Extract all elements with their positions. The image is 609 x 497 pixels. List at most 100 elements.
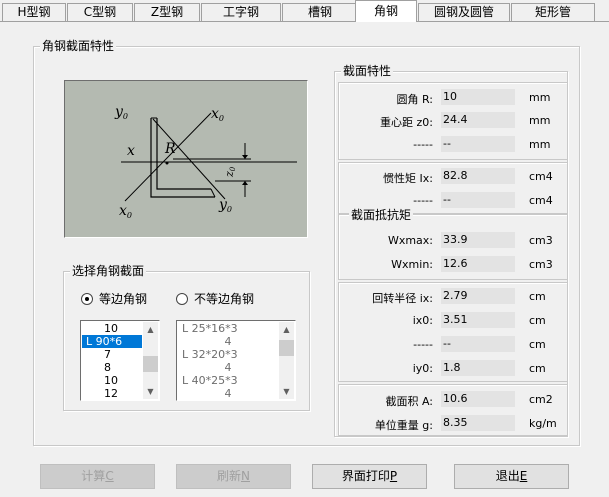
- list-item[interactable]: 4: [178, 335, 278, 348]
- equal-list-scrollbar[interactable]: ▲ ▼: [143, 322, 158, 399]
- prop-unit: mm: [529, 91, 551, 104]
- list-item[interactable]: L 32*20*3: [178, 348, 278, 361]
- scroll-thumb[interactable]: [143, 356, 158, 372]
- prop-value: --: [441, 136, 515, 152]
- label-x-left: x: [127, 143, 135, 159]
- list-item[interactable]: 8: [82, 361, 142, 374]
- tab-angle[interactable]: 角钢: [355, 0, 417, 22]
- tab-z-steel[interactable]: Z型钢: [134, 3, 200, 21]
- select-group-title: 选择角钢截面: [70, 264, 147, 278]
- prop-row-ix0: ix0: 3.51 cm: [339, 312, 569, 328]
- print-button[interactable]: 界面打印P: [312, 464, 427, 489]
- prop-row-dash2: ----- -- cm4: [339, 192, 569, 208]
- group-title: 角钢截面特性: [40, 39, 117, 53]
- prop-row-A: 截面积 A: 10.6 cm2: [339, 391, 569, 408]
- label-z0: z0: [223, 166, 237, 178]
- unequal-angle-list[interactable]: L 25*16*3 4 L 32*20*3 4 L 40*25*3 4 ▲ ▼: [176, 320, 296, 401]
- tab-channel[interactable]: 槽钢: [282, 3, 358, 21]
- props-area-block: 截面积 A: 10.6 cm2 单位重量 g: 8.35 kg/m: [338, 384, 568, 436]
- prop-value: --: [441, 336, 515, 352]
- prop-unit: cm: [529, 338, 546, 351]
- tab-bar: H型钢 C型钢 Z型钢 工字钢 槽钢 角钢 圆钢及圆管 矩形管: [0, 0, 609, 22]
- refresh-button[interactable]: 刷新N: [176, 464, 291, 489]
- prop-row-ix: 回转半径 ix: 2.79 cm: [339, 288, 569, 305]
- prop-label: -----: [413, 338, 433, 351]
- tab-c-steel[interactable]: C型钢: [67, 3, 133, 21]
- prop-label: Wxmax:: [387, 234, 433, 247]
- prop-row-iy0: iy0: 1.8 cm: [339, 360, 569, 376]
- prop-unit: cm: [529, 362, 546, 375]
- prop-row-Ix: 惯性矩 Ix: 82.8 cm4: [339, 168, 569, 185]
- prop-value: 10: [441, 89, 515, 105]
- radio-unequal-angle[interactable]: 不等边角钢: [176, 290, 254, 307]
- props-basic-block: 圆角 R: 10 mm 重心距 z0: 24.4 mm ----- -- mm: [338, 82, 568, 160]
- prop-label: iy0:: [412, 362, 433, 375]
- props-radius-block: 回转半径 ix: 2.79 cm ix0: 3.51 cm ----- -- c…: [338, 282, 568, 382]
- prop-label: 惯性矩 Ix:: [383, 172, 433, 185]
- list-item[interactable]: L 40*25*3: [178, 374, 278, 387]
- scroll-up-icon[interactable]: ▲: [279, 322, 294, 337]
- unequal-list-scrollbar[interactable]: ▲ ▼: [279, 322, 294, 399]
- prop-value: 12.6: [441, 256, 515, 272]
- x0-axis-line: [124, 112, 212, 202]
- angle-diagram-svg: y0 x0 x R x0 y0 z0: [114, 104, 297, 220]
- prop-row-dash1: ----- -- mm: [339, 136, 569, 152]
- prop-label: -----: [413, 138, 433, 151]
- prop-label: 重心距 z0:: [380, 116, 433, 129]
- prop-unit: cm: [529, 290, 546, 303]
- list-item[interactable]: 7: [82, 348, 142, 361]
- list-item[interactable]: 10: [82, 322, 142, 335]
- prop-label: 回转半径 ix:: [372, 292, 433, 305]
- list-item-selected[interactable]: L 90*6: [82, 335, 142, 348]
- resist-title: 截面抵抗矩: [349, 208, 414, 222]
- prop-value: 33.9: [441, 232, 515, 248]
- prop-value: 1.8: [441, 360, 515, 376]
- prop-row-Wxmax: Wxmax: 33.9 cm3: [339, 232, 569, 248]
- section-diagram: y0 x0 x R x0 y0 z0: [64, 80, 308, 238]
- radio-equal-angle[interactable]: 等边角钢: [81, 290, 147, 307]
- prop-row-dash3: ----- -- cm: [339, 336, 569, 352]
- prop-label: ix0:: [412, 314, 433, 327]
- equal-list-items: 10 L 90*6 7 8 10 12: [82, 322, 142, 400]
- prop-row-z0: 重心距 z0: 24.4 mm: [339, 112, 569, 129]
- scroll-thumb[interactable]: [279, 340, 294, 356]
- prop-unit: cm4: [529, 170, 553, 183]
- prop-label: Wxmin:: [391, 258, 433, 271]
- prop-unit: cm3: [529, 258, 553, 271]
- scroll-down-icon[interactable]: ▼: [143, 384, 158, 399]
- prop-unit: mm: [529, 138, 551, 151]
- tab-i-beam[interactable]: 工字钢: [201, 3, 281, 21]
- prop-value: 3.51: [441, 312, 515, 328]
- props-resist-block: 截面抵抗矩 Wxmax: 33.9 cm3 Wxmin: 12.6 cm3: [338, 208, 569, 280]
- list-item[interactable]: 4: [178, 387, 278, 400]
- props-title: 截面特性: [341, 64, 394, 78]
- prop-value: 10.6: [441, 391, 515, 407]
- equal-angle-list[interactable]: 10 L 90*6 7 8 10 12 ▲ ▼: [80, 320, 160, 401]
- prop-label: -----: [413, 194, 433, 207]
- scroll-up-icon[interactable]: ▲: [143, 322, 158, 337]
- tab-rect-tube[interactable]: 矩形管: [511, 3, 595, 21]
- prop-row-g: 单位重量 g: 8.35 kg/m: [339, 415, 569, 432]
- prop-unit: cm2: [529, 393, 553, 406]
- tab-round[interactable]: 圆钢及圆管: [418, 3, 510, 21]
- radio-label: 不等边角钢: [194, 292, 255, 306]
- tab-h-steel[interactable]: H型钢: [2, 3, 66, 21]
- prop-unit: cm3: [529, 234, 553, 247]
- scroll-down-icon[interactable]: ▼: [279, 384, 294, 399]
- list-item[interactable]: L 25*16*3: [178, 322, 278, 335]
- prop-row-R: 圆角 R: 10 mm: [339, 89, 569, 106]
- radio-label: 等边角钢: [99, 292, 148, 306]
- list-item[interactable]: 10: [82, 374, 142, 387]
- prop-label: 单位重量 g:: [374, 419, 433, 432]
- label-R: R: [164, 141, 176, 157]
- prop-value: --: [441, 192, 515, 208]
- calc-button[interactable]: 计算C: [40, 464, 155, 489]
- list-item[interactable]: 12: [82, 387, 142, 400]
- prop-row-Wxmin: Wxmin: 12.6 cm3: [339, 256, 569, 272]
- radio-circle: [81, 292, 93, 305]
- prop-value: 8.35: [441, 415, 515, 431]
- exit-button[interactable]: 退出E: [454, 464, 569, 489]
- prop-unit: cm4: [529, 194, 553, 207]
- unequal-list-items: L 25*16*3 4 L 32*20*3 4 L 40*25*3 4: [178, 322, 278, 400]
- list-item[interactable]: 4: [178, 361, 278, 374]
